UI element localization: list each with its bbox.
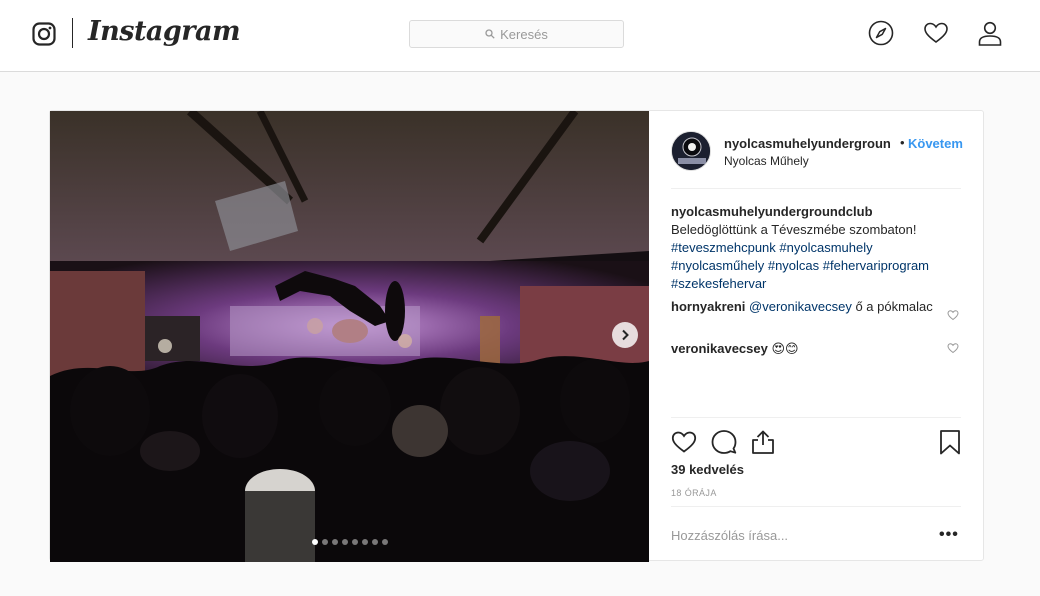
search-placeholder: Keresés (500, 26, 548, 42)
profile-person-icon[interactable] (977, 20, 1003, 46)
carousel-dot (332, 539, 338, 545)
carousel-dot (342, 539, 348, 545)
comment-text: 😍😊 (767, 341, 799, 356)
post-sidebar: nyolcasmuhelyundergroun • Követem Nyolca… (649, 111, 983, 560)
more-options-button[interactable]: ••• (939, 526, 959, 544)
post-caption: nyolcasmuhelyundergroundclub Beledöglött… (671, 203, 961, 293)
instagram-glyph-icon[interactable] (32, 22, 56, 46)
avatar[interactable] (671, 131, 711, 171)
explore-compass-icon[interactable] (868, 20, 894, 46)
comment-bubble-icon[interactable] (711, 429, 737, 455)
comment-like-heart-icon[interactable] (947, 309, 959, 321)
post-location[interactable]: Nyolcas Műhely (724, 154, 809, 168)
share-upload-icon[interactable] (750, 429, 776, 455)
post-timestamp[interactable]: 18 ÓRÁJA (671, 488, 717, 498)
post-username[interactable]: nyolcasmuhelyundergroun (724, 136, 891, 151)
comment-item: veronikavecsey 😍😊 (671, 340, 933, 358)
carousel-dot (322, 539, 328, 545)
search-icon (485, 29, 495, 39)
comment-input-area: Hozzászólás írása... ••• (671, 506, 961, 560)
hashtag-link[interactable]: #szekesfehervar (671, 276, 766, 291)
carousel-dot (372, 539, 378, 545)
comment-text: ő a pókmalac (851, 299, 933, 314)
caption-text: Beledöglöttünk a Téveszmébe szombaton! (671, 222, 917, 237)
caption-username[interactable]: nyolcasmuhelyundergroundclub (671, 203, 961, 221)
carousel-dot (352, 539, 358, 545)
comment-input[interactable]: Hozzászólás írása... (671, 528, 788, 543)
hashtag-link[interactable]: #nyolcasmuhely (779, 240, 872, 255)
follow-button[interactable]: Követem (908, 136, 963, 151)
eight-ball-logo (672, 132, 710, 170)
post-photo[interactable] (50, 111, 649, 562)
hashtag-link[interactable]: #nyolcasműhely (671, 258, 764, 273)
actions-divider (671, 417, 961, 418)
post-card: nyolcasmuhelyundergroun • Követem Nyolca… (49, 110, 984, 562)
instagram-wordmark[interactable]: Instagram (88, 16, 241, 47)
comment-username[interactable]: hornyakreni (671, 299, 745, 314)
like-heart-icon[interactable] (671, 429, 697, 455)
carousel-dot (382, 539, 388, 545)
caption-hashtags: #teveszmehcpunk #nyolcasmuhely #nyolcasm… (671, 239, 961, 293)
carousel-dot (312, 539, 318, 545)
hashtag-link[interactable]: #teveszmehcpunk (671, 240, 776, 255)
save-bookmark-icon[interactable] (937, 429, 963, 455)
hashtag-link[interactable]: #nyolcas (768, 258, 819, 273)
comment-username[interactable]: veronikavecsey (671, 341, 768, 356)
comment-item: hornyakreni @veronikavecsey ő a pókmalac (671, 298, 933, 316)
activity-heart-icon[interactable] (923, 20, 949, 46)
carousel-next-button[interactable] (612, 322, 638, 348)
chevron-right-icon (622, 329, 629, 341)
comment-like-heart-icon[interactable] (947, 342, 959, 354)
follow-separator: • (900, 135, 905, 150)
like-count[interactable]: 39 kedvelés (671, 462, 744, 477)
top-navbar: Instagram Keresés (0, 0, 1040, 72)
logo-divider (72, 18, 73, 48)
hashtag-link[interactable]: #fehervariprogram (823, 258, 929, 273)
post-header: nyolcasmuhelyundergroun • Követem Nyolca… (671, 131, 963, 189)
concert-photo-illustration (50, 111, 649, 562)
carousel-indicator (312, 539, 388, 545)
comment-mention[interactable]: @veronikavecsey (749, 299, 852, 314)
carousel-dot (362, 539, 368, 545)
search-input[interactable]: Keresés (409, 20, 624, 48)
